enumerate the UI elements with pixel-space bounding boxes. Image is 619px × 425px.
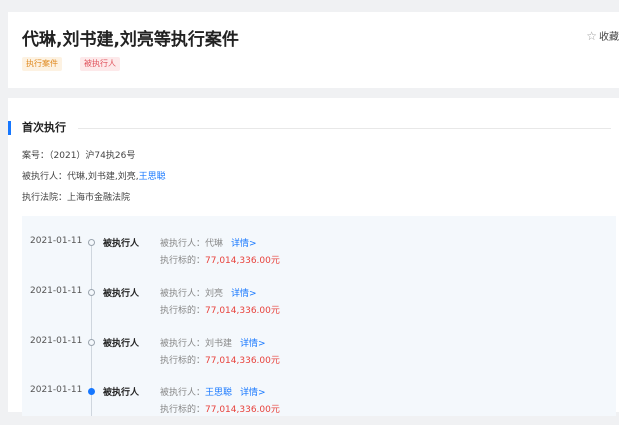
timeline-item: 2021-01-11 被执行人 被执行人：刘书建 详情> 执行标的：77,014,… xyxy=(22,336,616,376)
timeline-amount-row: 执行标的：77,014,336.00元 xyxy=(160,303,280,316)
timeline-item: 2021-01-11 被执行人 被执行人：刘亮 详情> 执行标的：77,014,3… xyxy=(22,286,616,326)
amount-label: 执行标的： xyxy=(160,356,206,366)
timeline-type: 被执行人 xyxy=(103,388,140,398)
amount-value: 77,014,336.00 xyxy=(205,356,271,366)
executed-label: 被执行人： xyxy=(160,388,206,398)
timeline-person-row: 被执行人：代琳 详情> xyxy=(160,236,257,249)
executed-name: 刘书建 xyxy=(205,339,233,349)
timeline-amount-row: 执行标的：77,014,336.00元 xyxy=(160,402,280,415)
timeline-dot xyxy=(88,339,95,346)
detail-link[interactable]: 详情> xyxy=(240,388,266,398)
timeline-amount-row: 执行标的：77,014,336.00元 xyxy=(160,253,280,266)
timeline-date: 2021-01-11 xyxy=(30,385,83,395)
star-icon: ☆ xyxy=(586,29,597,43)
timeline-person-row: 被执行人：王思聪 详情> xyxy=(160,385,266,398)
executed-persons: 代琳,刘书建,刘亮, xyxy=(67,172,139,182)
execution-timeline: 2021-01-11 被执行人 被执行人：代琳 详情> 执行标的：77,014,3… xyxy=(22,216,616,416)
timeline-item: 2021-01-11 被执行人 被执行人：代琳 详情> 执行标的：77,014,3… xyxy=(22,236,616,276)
timeline-person-row: 被执行人：刘书建 详情> xyxy=(160,336,266,349)
amount-label: 执行标的： xyxy=(160,405,206,415)
timeline-type: 被执行人 xyxy=(103,289,140,299)
page-title: 代琳,刘书建,刘亮等执行案件 xyxy=(22,30,239,50)
amount-currency: 元 xyxy=(270,256,280,266)
amount-value: 77,014,336.00 xyxy=(205,405,271,415)
favorite-label: 收藏 xyxy=(599,32,619,43)
executed-label: 被执行人： xyxy=(160,289,206,299)
case-number: （2021）沪74执26号 xyxy=(49,151,136,161)
court-label: 执行法院： xyxy=(22,193,68,203)
timeline-amount-row: 执行标的：77,014,336.00元 xyxy=(160,353,280,366)
timeline-type: 被执行人 xyxy=(103,239,140,249)
timeline-type: 被执行人 xyxy=(103,339,140,349)
section-title: 首次执行 xyxy=(22,121,66,134)
executed-label: 被执行人： xyxy=(160,239,206,249)
timeline-person-row: 被执行人：刘亮 详情> xyxy=(160,286,257,299)
tag-execution-case: 执行案件 xyxy=(22,57,62,71)
amount-currency: 元 xyxy=(270,405,280,415)
executed-name-link[interactable]: 王思聪 xyxy=(205,388,232,398)
amount-value: 77,014,336.00 xyxy=(205,256,271,266)
tag-executed-person: 被执行人 xyxy=(80,57,120,71)
timeline-date: 2021-01-11 xyxy=(30,286,83,296)
court-name: 上海市金融法院 xyxy=(67,193,131,203)
timeline-dot xyxy=(88,239,95,246)
detail-link[interactable]: 详情> xyxy=(231,289,257,299)
executed-persons-label: 被执行人： xyxy=(22,172,68,182)
court-row: 执行法院：上海市金融法院 xyxy=(22,190,130,203)
timeline-item: 2021-01-11 被执行人 被执行人：王思聪 详情> 执行标的：77,014,… xyxy=(22,385,616,425)
detail-link[interactable]: 详情> xyxy=(240,339,266,349)
section-header: 首次执行 xyxy=(8,120,619,136)
case-header-card: 代琳,刘书建,刘亮等执行案件 ☆ 收藏 执行案件 被执行人 xyxy=(8,12,619,88)
timeline-dot xyxy=(88,289,95,296)
amount-label: 执行标的： xyxy=(160,306,206,316)
case-number-label: 案号： xyxy=(22,151,50,161)
executed-persons-row: 被执行人：代琳,刘书建,刘亮,王思聪 xyxy=(22,169,166,182)
executed-label: 被执行人： xyxy=(160,339,206,349)
favorite-button[interactable]: ☆ 收藏 xyxy=(586,28,619,43)
section-divider xyxy=(78,128,611,129)
section-accent-bar xyxy=(8,121,11,135)
amount-currency: 元 xyxy=(270,306,280,316)
timeline-date: 2021-01-11 xyxy=(30,236,83,246)
amount-currency: 元 xyxy=(270,356,280,366)
case-number-row: 案号：（2021）沪74执26号 xyxy=(22,148,135,161)
executed-name: 刘亮 xyxy=(205,289,224,299)
timeline-dot-active xyxy=(88,388,95,395)
executed-name: 代琳 xyxy=(205,239,224,249)
execution-detail-card: 首次执行 案号：（2021）沪74执26号 被执行人：代琳,刘书建,刘亮,王思聪… xyxy=(8,98,619,416)
executed-person-link[interactable]: 王思聪 xyxy=(139,172,166,182)
amount-value: 77,014,336.00 xyxy=(205,306,271,316)
detail-link[interactable]: 详情> xyxy=(231,239,257,249)
timeline-date: 2021-01-11 xyxy=(30,336,83,346)
amount-label: 执行标的： xyxy=(160,256,206,266)
